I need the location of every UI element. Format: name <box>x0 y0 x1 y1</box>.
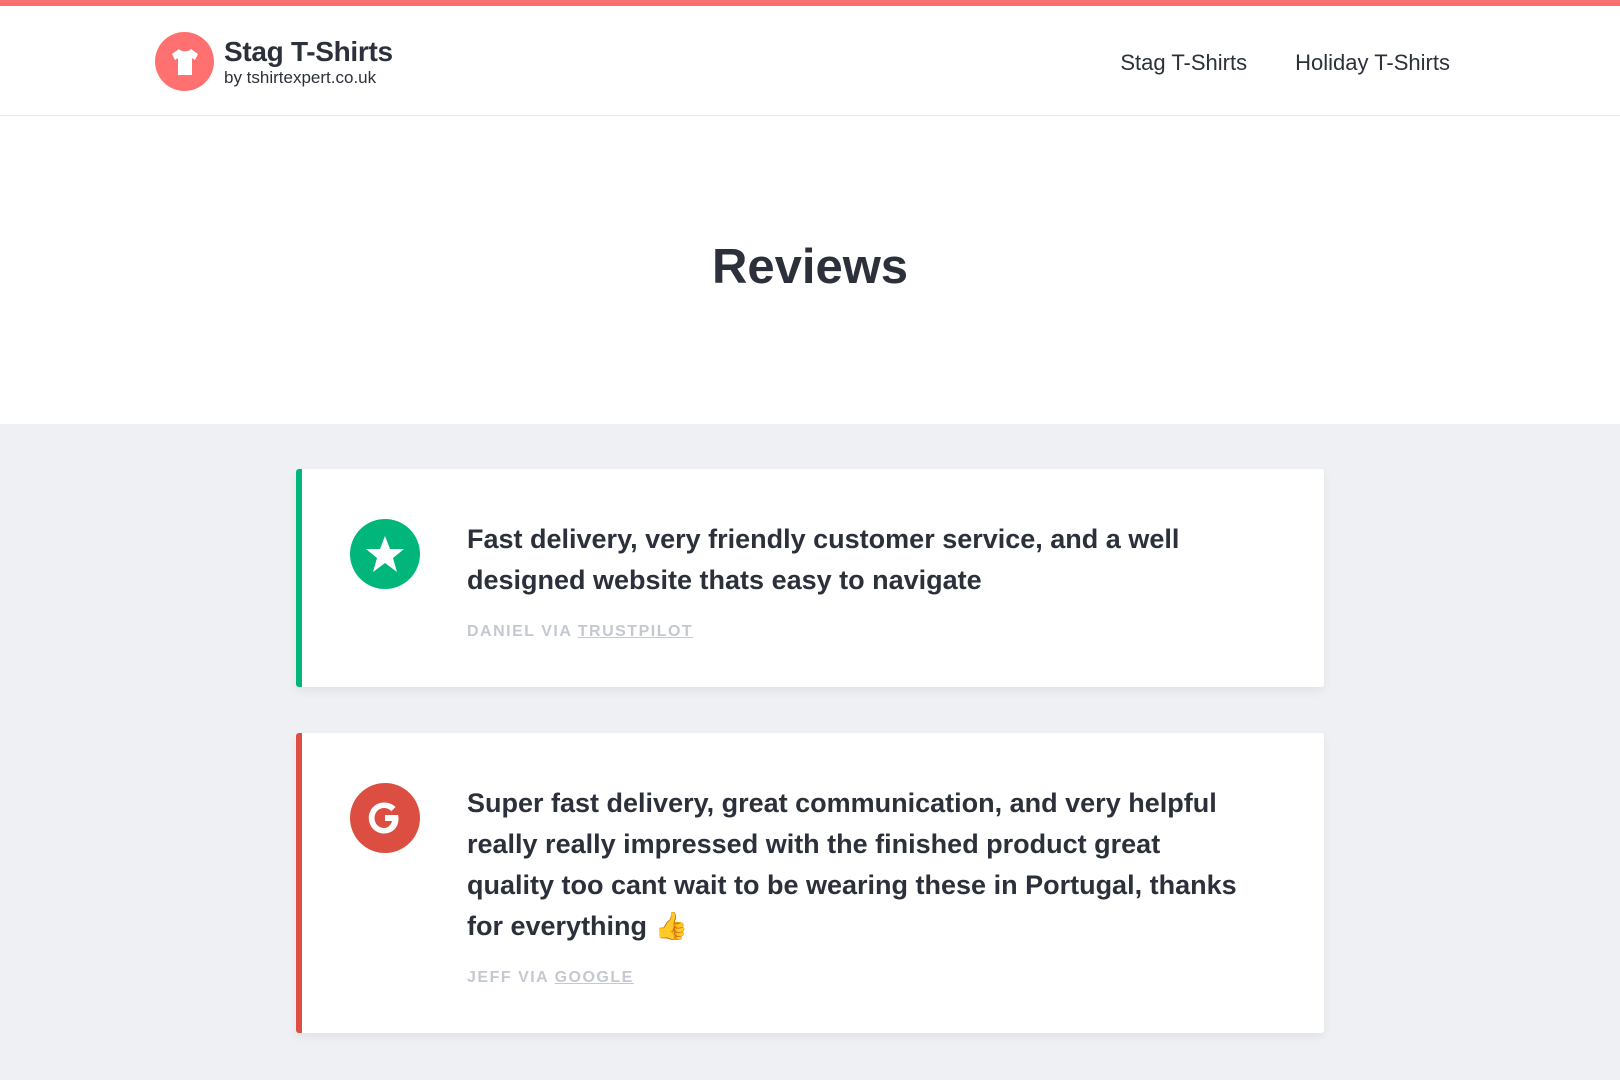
review-source-link[interactable]: Google <box>555 969 634 986</box>
review-source-link[interactable]: Trustpilot <box>578 623 693 640</box>
review-byline: Jeff via Google <box>467 969 1254 987</box>
review-card: Super fast delivery, great communication… <box>296 733 1324 1033</box>
review-author: Daniel via <box>467 623 572 640</box>
brand-subtitle: by tshirtexpert.co.uk <box>224 67 377 87</box>
review-quote: Fast delivery, very friendly customer se… <box>467 524 1180 595</box>
main-nav: Stag T-Shirts Holiday T-Shirts <box>1120 50 1450 76</box>
site-logo[interactable]: Stag T-Shirts by tshirtexpert.co.uk <box>155 32 393 91</box>
nav-link-holiday-tshirts[interactable]: Holiday T-Shirts <box>1295 50 1450 76</box>
brand-name: Stag T-Shirts <box>224 35 393 67</box>
trustpilot-star-icon <box>350 519 420 589</box>
review-byline: Daniel via Trustpilot <box>467 623 1254 641</box>
page-title: Reviews <box>711 240 909 294</box>
review-quote: Super fast delivery, great communication… <box>467 788 1237 941</box>
google-g-icon <box>350 783 420 853</box>
reviews-section: Fast delivery, very friendly customer se… <box>0 424 1620 1080</box>
review-author: Jeff via <box>467 969 549 986</box>
tshirt-icon <box>155 32 214 91</box>
hero-section: Reviews <box>0 116 1620 424</box>
review-card: Fast delivery, very friendly customer se… <box>296 469 1324 687</box>
site-header: Stag T-Shirts by tshirtexpert.co.uk Stag… <box>0 6 1620 116</box>
nav-link-stag-tshirts[interactable]: Stag T-Shirts <box>1120 50 1247 76</box>
